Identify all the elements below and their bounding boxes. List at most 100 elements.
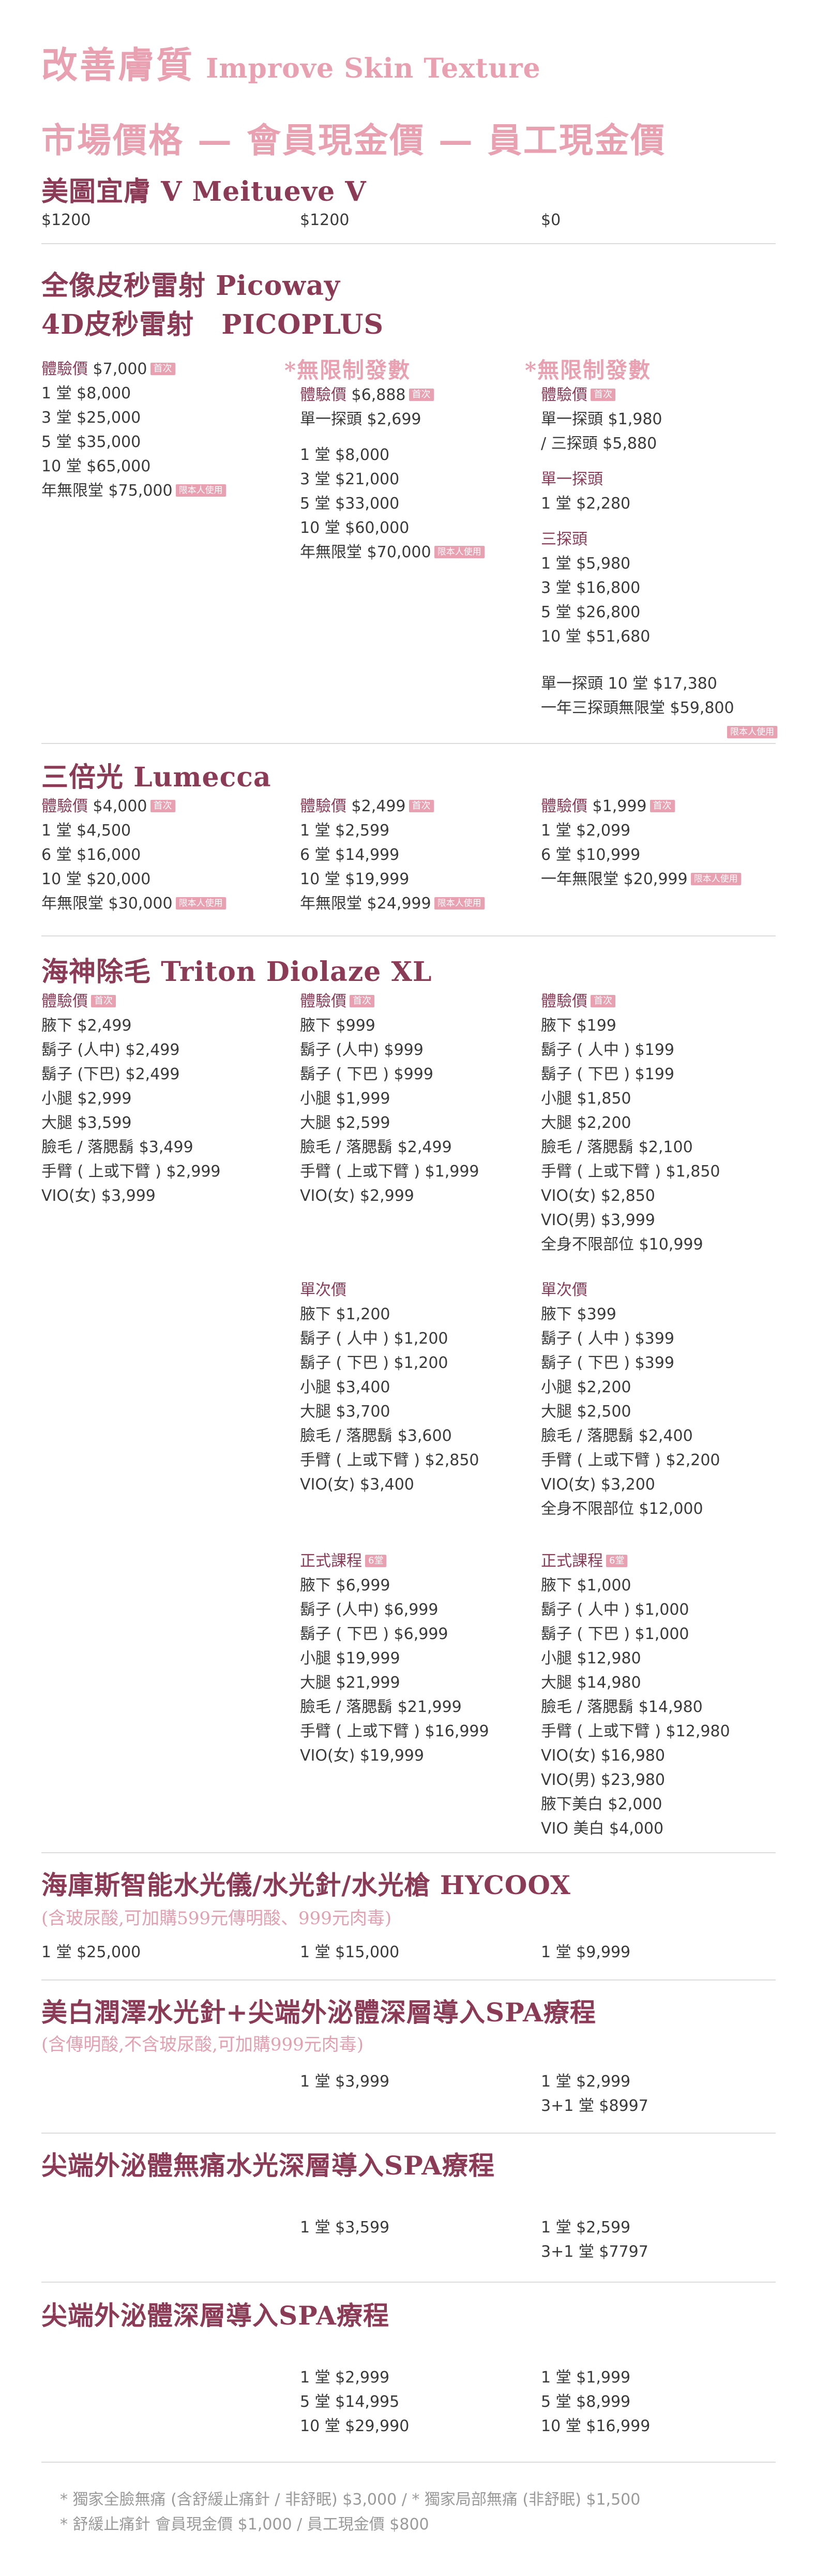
divider bbox=[41, 243, 776, 244]
price-line: 手臂 ( 上或下臂 ) $16,999 bbox=[300, 1722, 489, 1740]
experience-price-line: 體驗價 首次 bbox=[541, 383, 777, 407]
first-time-badge: 首次 bbox=[591, 994, 615, 1007]
price-line: 1 堂 $15,000 bbox=[300, 1943, 400, 1961]
price-line: 小腿 $12,980 bbox=[541, 1649, 641, 1667]
course-label: 正式課程 bbox=[300, 1552, 362, 1570]
experience-price: $1,999 bbox=[587, 797, 647, 815]
exosome-painless-col-staff: 1 堂 $2,599 3+1 堂 $7797 bbox=[541, 2215, 648, 2264]
price-line: 5 堂 $33,000 bbox=[300, 495, 400, 513]
experience-label: 體驗價 bbox=[41, 992, 88, 1010]
price-line: 手臂 ( 上或下臂 ) $1,850 bbox=[541, 1163, 720, 1181]
price-line: 腋下 $199 bbox=[541, 1017, 616, 1035]
experience-label: 體驗價 bbox=[300, 992, 346, 1010]
price-line: 1 堂 $2,599 bbox=[541, 2218, 631, 2237]
footnote-painless: * 獨家全臉無痛 (含舒緩止痛針 / 非舒眠) $3,000 / * 獨家局部無… bbox=[60, 2491, 641, 2509]
price-line: 年無限堂 $70,000 限本人使用 bbox=[300, 540, 485, 564]
price-line: 1 堂 $25,000 bbox=[41, 1943, 141, 1961]
price-line: 腋下 $1,200 bbox=[300, 1305, 390, 1323]
price-line: 10 堂 $65,000 bbox=[41, 457, 151, 475]
experience-label: 體驗價 bbox=[541, 992, 587, 1010]
price-line: / 三探頭 $5,880 bbox=[541, 435, 657, 453]
price-line: 大腿 $3,599 bbox=[41, 1114, 132, 1132]
self-use-badge: 限本人使用 bbox=[690, 872, 741, 885]
experience-price: $7,000 bbox=[88, 360, 147, 378]
price-line: 10 堂 $19,999 bbox=[300, 870, 410, 888]
price-line: VIO(女) $16,980 bbox=[541, 1747, 665, 1765]
divider bbox=[41, 1979, 776, 1981]
price-line: 3 堂 $16,800 bbox=[541, 579, 641, 597]
hycoox-col-member: 1 堂 $15,000 bbox=[300, 1940, 399, 1964]
section-title-exosome-painless: 尖端外泌體無痛水光深層導入SPA療程 bbox=[41, 2150, 495, 2181]
price-line: 臉毛 / 落腮鬍 $2,499 bbox=[300, 1138, 452, 1156]
price-line: 鬍子 ( 下巴 ) $199 bbox=[541, 1065, 674, 1083]
price-line: 腋下 $6,999 bbox=[300, 1576, 390, 1595]
price-line: 小腿 $3,400 bbox=[300, 1378, 390, 1396]
hycoox-col-market: 1 堂 $25,000 bbox=[41, 1940, 141, 1964]
experience-price: $6,888 bbox=[346, 386, 406, 404]
price-line: VIO(女) $3,200 bbox=[541, 1476, 655, 1494]
whitening-col-staff: 1 堂 $2,999 3+1 堂 $8997 bbox=[541, 2069, 648, 2118]
price-line: 1 堂 $9,999 bbox=[541, 1943, 631, 1961]
price-line: $1200 bbox=[41, 211, 91, 229]
lumecca-col-staff: 體驗價 $1,999 首次 1 堂 $2,099 6 堂 $10,999 一年無限… bbox=[541, 794, 741, 891]
price-line: 1 堂 $2,099 bbox=[541, 822, 631, 840]
price-line: 鬍子 ( 人中 ) $1,000 bbox=[541, 1601, 689, 1619]
footnote-soothing-injection: * 舒緩止痛針 會員現金價 $1,000 / 員工現金價 $800 bbox=[60, 2515, 429, 2534]
section-title-hycoox: 海庫斯智能水光儀/水光針/水光槍 HYCOOX bbox=[41, 1870, 571, 1900]
year-unlimited-price: 年無限堂 $75,000 bbox=[41, 482, 173, 500]
price-line: 6 堂 $14,999 bbox=[300, 846, 400, 864]
price-columns-heading: 市場價格 — 會員現金價 — 員工現金價 bbox=[41, 120, 666, 160]
price-line: 6 堂 $16,000 bbox=[41, 846, 141, 864]
price-line: 鬍子 (人中) $999 bbox=[300, 1041, 424, 1059]
single-price-label: 單次價 bbox=[541, 1281, 587, 1299]
price-line: 大腿 $21,999 bbox=[300, 1674, 400, 1692]
experience-label: 體驗價 bbox=[300, 797, 346, 815]
price-line: VIO(女) $3,999 bbox=[41, 1187, 156, 1205]
year-unlimited-price: 一年無限堂 $20,999 bbox=[541, 870, 688, 888]
price-line: 小腿 $2,200 bbox=[541, 1378, 631, 1396]
price-line: 鬍子 ( 下巴 ) $6,999 bbox=[300, 1625, 448, 1643]
price-line: 手臂 ( 上或下臂 ) $2,999 bbox=[41, 1163, 221, 1181]
year-unlimited-price: 年無限堂 $30,000 bbox=[41, 895, 173, 913]
picoway-col-member: 體驗價 $6,888 首次 單一探頭 $2,699 1 堂 $8,000 3 堂 … bbox=[300, 383, 485, 564]
price-line: 3 堂 $25,000 bbox=[41, 409, 141, 427]
divider bbox=[41, 2282, 776, 2283]
price-line: 年無限堂 $75,000 限本人使用 bbox=[41, 479, 226, 503]
experience-price: $4,000 bbox=[88, 797, 147, 815]
experience-label: 體驗價 bbox=[541, 797, 587, 815]
lumecca-col-market: 體驗價 $4,000 首次 1 堂 $4,500 6 堂 $16,000 10 堂… bbox=[41, 794, 226, 916]
price-line: 鬍子 (人中) $2,499 bbox=[41, 1041, 180, 1059]
price-line: 5 堂 $8,999 bbox=[541, 2393, 631, 2411]
price-line: 5 堂 $14,995 bbox=[300, 2393, 400, 2411]
divider bbox=[41, 1852, 776, 1853]
divider bbox=[41, 935, 776, 936]
first-time-badge: 首次 bbox=[591, 388, 615, 401]
course-label-line: 正式課程 6堂 bbox=[300, 1549, 489, 1573]
experience-price: $2,499 bbox=[346, 797, 406, 815]
price-line: 單一探頭 $1,980 bbox=[541, 410, 662, 428]
six-sessions-badge: 6堂 bbox=[606, 1554, 628, 1567]
experience-price-line: 體驗價 $4,000 首次 bbox=[41, 794, 226, 818]
price-line: 1 堂 $1,999 bbox=[541, 2369, 631, 2387]
exosome-painless-col-member: 1 堂 $3,599 bbox=[300, 2215, 389, 2240]
exosome-spa-col-staff: 1 堂 $1,999 5 堂 $8,999 10 堂 $16,999 bbox=[541, 2365, 650, 2438]
price-list-page: 改善膚質 Improve Skin Texture 市場價格 — 會員現金價 — … bbox=[0, 0, 815, 2576]
price-line: 10 堂 $60,000 bbox=[300, 519, 410, 537]
price-line: 大腿 $2,500 bbox=[541, 1403, 631, 1421]
section-title-whitening: 美白潤澤水光針+尖端外泌體深層導入SPA療程 bbox=[41, 1997, 596, 2028]
self-use-badge: 限本人使用 bbox=[434, 897, 485, 910]
price-line: 3+1 堂 $7797 bbox=[541, 2243, 648, 2261]
price-line: 臉毛 / 落腮鬍 $14,980 bbox=[541, 1698, 703, 1716]
price-line: 手臂 ( 上或下臂 ) $1,999 bbox=[300, 1163, 479, 1181]
self-use-badge: 限本人使用 bbox=[175, 897, 226, 910]
self-use-badge: 限本人使用 bbox=[175, 484, 226, 497]
experience-label: 體驗價 bbox=[41, 360, 88, 378]
triton-single-col-staff: 單次價 腋下 $399 鬍子 ( 人中 ) $399 鬍子 ( 下巴 ) $39… bbox=[541, 1278, 720, 1521]
price-line: $1200 bbox=[300, 211, 350, 229]
price-line: 一年三探頭無限堂 $59,800 bbox=[541, 699, 734, 717]
price-line: 手臂 ( 上或下臂 ) $2,850 bbox=[300, 1451, 479, 1469]
section-title-picoway: 全像皮秒雷射 Picoway bbox=[41, 270, 340, 302]
